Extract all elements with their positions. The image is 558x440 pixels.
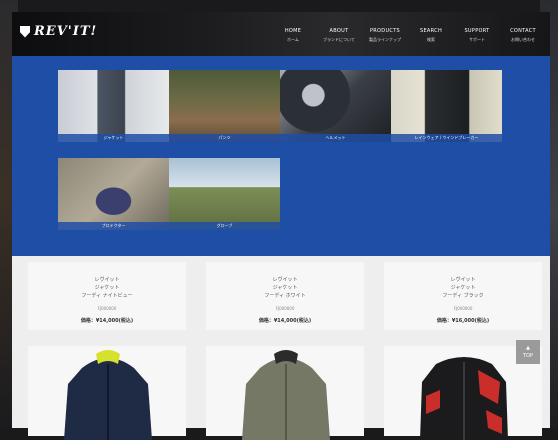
nav-label: HOME bbox=[284, 28, 302, 34]
black-red-jacket-image bbox=[420, 357, 508, 440]
chevron-up-icon: ▲ bbox=[526, 345, 530, 351]
product-price: 価格：¥14,000(税込) bbox=[258, 318, 312, 324]
nav-sublabel: お問い合わせ bbox=[511, 37, 535, 42]
helmet-photo bbox=[280, 70, 391, 142]
nav-label: SUPPORT bbox=[464, 28, 490, 34]
product-card[interactable]: レヴイット ジャケット フーディ ブラック FJ000000 価格：¥16,00… bbox=[384, 262, 542, 330]
brand-logo[interactable]: REV'IT! bbox=[20, 24, 97, 39]
pants-photo bbox=[169, 70, 280, 142]
shield-logo-icon bbox=[20, 25, 30, 38]
jacket-photo bbox=[58, 70, 169, 142]
nav-search[interactable]: SEARCH 検索 bbox=[408, 28, 454, 43]
category-label: ヘルメット bbox=[280, 134, 391, 142]
products-mega-menu: ジャケット パンツ ヘルメット レインウェア / ウインドブレーカー プロテクタ… bbox=[12, 56, 550, 256]
nav-about[interactable]: ABOUT ブランドについて bbox=[316, 28, 362, 43]
product-card[interactable]: レヴイット ジャケット フーディ ホワイト FJ000000 価格：¥14,00… bbox=[206, 262, 364, 330]
category-label: ジャケット bbox=[58, 134, 169, 142]
product-listing: レヴイット ジャケット フーディ ナイトビュー FJ000000 価格：¥14,… bbox=[12, 256, 550, 440]
category-pants[interactable]: パンツ bbox=[169, 70, 280, 142]
product-code: FJ000000 bbox=[275, 306, 295, 311]
site-header: REV'IT! HOME ホーム ABOUT ブランドについて PRODUCTS… bbox=[12, 12, 550, 56]
nav-label: PRODUCTS bbox=[369, 28, 401, 34]
category-protectors[interactable]: プロテクター bbox=[58, 158, 169, 230]
nav-label: SEARCH bbox=[419, 28, 443, 34]
nav-sublabel: 製品ラインナップ bbox=[369, 37, 401, 42]
category-label: プロテクター bbox=[58, 222, 169, 230]
nav-contact[interactable]: CONTACT お問い合わせ bbox=[500, 28, 546, 43]
nav-products[interactable]: PRODUCTS 製品ラインナップ bbox=[362, 28, 408, 43]
rainwear-photo bbox=[391, 70, 502, 142]
nav-label: CONTACT bbox=[510, 28, 536, 34]
product-title: レヴイット ジャケット フーディ ホワイト bbox=[264, 277, 306, 299]
product-code: FJ000000 bbox=[97, 306, 117, 311]
protector-photo bbox=[58, 158, 169, 230]
olive-hoodie-image bbox=[242, 350, 330, 440]
category-label: パンツ bbox=[169, 134, 280, 142]
main-nav: HOME ホーム ABOUT ブランドについて PRODUCTS 製品ラインナッ… bbox=[270, 28, 546, 43]
nav-sublabel: ホーム bbox=[287, 37, 299, 42]
scroll-top-label: TOP bbox=[522, 353, 533, 359]
nav-sublabel: サポート bbox=[469, 37, 485, 42]
nav-sublabel: ブランドについて bbox=[323, 37, 355, 42]
product-price: 価格：¥16,000(税込) bbox=[436, 318, 490, 324]
nav-support[interactable]: SUPPORT サポート bbox=[454, 28, 500, 43]
product-title: レヴイット ジャケット フーディ ブラック bbox=[442, 277, 484, 299]
category-label: グローブ bbox=[169, 222, 280, 230]
logo-text: REV'IT! bbox=[34, 24, 98, 39]
nav-home[interactable]: HOME ホーム bbox=[270, 28, 316, 43]
nav-label: ABOUT bbox=[329, 28, 349, 34]
category-jackets[interactable]: ジャケット bbox=[58, 70, 169, 142]
scroll-to-top-button[interactable]: ▲ TOP bbox=[516, 340, 540, 364]
navy-hoodie-image bbox=[64, 350, 152, 440]
product-card-image[interactable] bbox=[206, 346, 364, 440]
category-gloves[interactable]: グローブ bbox=[169, 158, 280, 230]
nav-sublabel: 検索 bbox=[427, 37, 435, 42]
product-price: 価格：¥14,000(税込) bbox=[80, 318, 134, 324]
product-title: レヴイット ジャケット フーディ ナイトビュー bbox=[81, 277, 133, 299]
category-label: レインウェア / ウインドブレーカー bbox=[391, 134, 502, 142]
product-code: FJ000000 bbox=[453, 306, 473, 311]
gloves-photo bbox=[169, 158, 280, 230]
product-card[interactable]: レヴイット ジャケット フーディ ナイトビュー FJ000000 価格：¥14,… bbox=[28, 262, 186, 330]
category-rainwear[interactable]: レインウェア / ウインドブレーカー bbox=[391, 70, 502, 142]
category-helmets[interactable]: ヘルメット bbox=[280, 70, 391, 142]
product-card-image[interactable] bbox=[28, 346, 186, 440]
